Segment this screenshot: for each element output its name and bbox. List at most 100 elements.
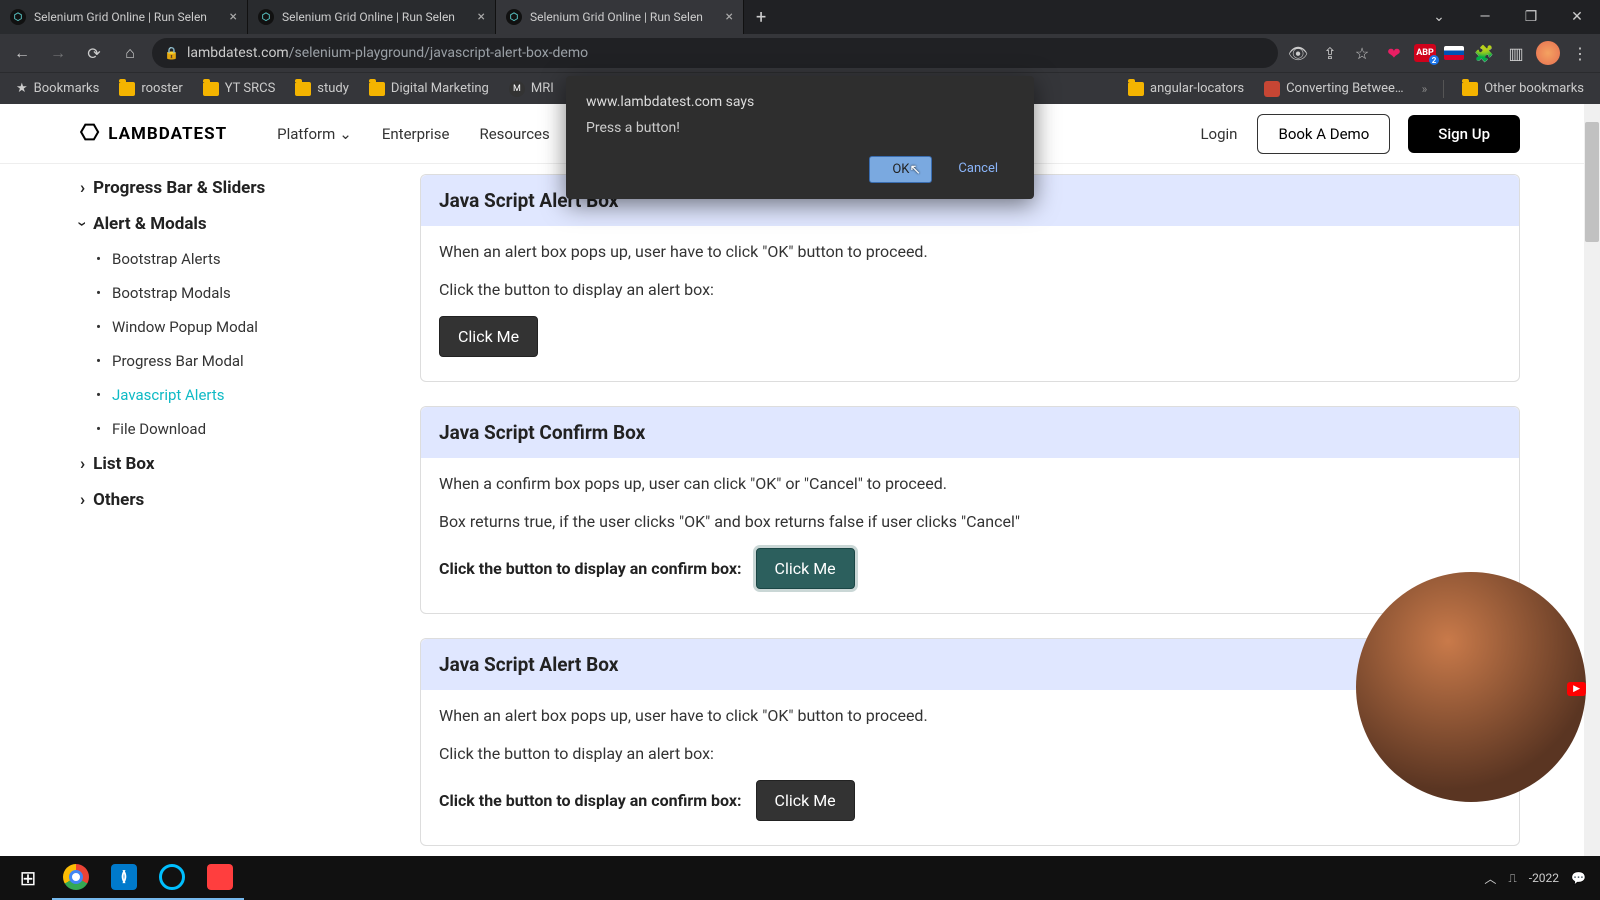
nav-platform[interactable]: Platform ⌄ <box>277 125 352 143</box>
signup-button[interactable]: Sign Up <box>1408 115 1520 153</box>
logo-text: LAMBDATEST <box>108 124 227 144</box>
bookmark-item[interactable]: angular-locators <box>1120 77 1252 100</box>
chevron-right-icon: › <box>80 454 85 474</box>
folder-icon <box>119 82 135 96</box>
new-tab-button[interactable]: + <box>744 0 778 34</box>
system-tray[interactable]: ︿ ⎍ -2022 💬 <box>1484 870 1596 887</box>
close-icon[interactable]: × <box>726 9 733 25</box>
folder-icon <box>295 82 311 96</box>
card-text: Box returns true, if the user clicks "OK… <box>439 510 1501 534</box>
favicon-icon: ⬡ <box>258 9 274 25</box>
sidebar: ›Progress Bar & Sliders ›Alert & Modals … <box>80 174 360 856</box>
share-icon[interactable]: ⇪ <box>1318 41 1342 65</box>
overflow-chevron-icon[interactable]: » <box>1416 82 1434 96</box>
taskbar-vscode[interactable]: ≬ <box>100 856 148 900</box>
extensions-puzzle-icon[interactable]: 🧩 <box>1472 41 1496 65</box>
reload-button[interactable]: ⟳ <box>80 39 108 67</box>
click-me-button[interactable]: Click Me <box>756 780 855 821</box>
close-window-button[interactable]: ✕ <box>1554 0 1600 34</box>
bookmark-item[interactable]: rooster <box>111 77 190 100</box>
profile-avatar[interactable] <box>1536 41 1560 65</box>
incognito-icon[interactable]: 👁 <box>1286 41 1310 65</box>
sidebar-item-active[interactable]: Javascript Alerts <box>112 378 360 412</box>
address-bar: ← → ⟳ ⌂ 🔒 lambdatest.com/selenium-playgr… <box>0 34 1600 72</box>
forward-button[interactable]: → <box>44 39 72 67</box>
dialog-ok-button[interactable]: OK↖ <box>869 156 932 183</box>
bookmark-label: Converting Betwee… <box>1286 81 1404 96</box>
adblock-icon[interactable]: ABP2 <box>1414 44 1436 62</box>
chevron-right-icon: › <box>80 178 85 198</box>
bookmark-item[interactable]: study <box>287 77 357 100</box>
youtube-icon: ▶ <box>1567 682 1586 696</box>
sidebar-group-alerts[interactable]: ›Alert & Modals <box>80 206 360 242</box>
tray-icon[interactable]: ⎍ <box>1508 871 1516 886</box>
menu-icon[interactable]: ⋮ <box>1568 41 1592 65</box>
card-title: Java Script Confirm Box <box>421 407 1519 458</box>
notification-icon[interactable]: 💬 <box>1571 871 1586 885</box>
click-me-button[interactable]: Click Me <box>439 316 538 357</box>
maximize-button[interactable]: ❐ <box>1508 0 1554 34</box>
close-icon[interactable]: × <box>478 9 485 25</box>
sidebar-item[interactable]: Bootstrap Alerts <box>112 242 360 276</box>
flag-icon[interactable] <box>1444 46 1464 60</box>
scrollbar-thumb[interactable] <box>1585 122 1599 242</box>
url-input[interactable]: 🔒 lambdatest.com/selenium-playground/jav… <box>152 38 1278 68</box>
dialog-cancel-button[interactable]: Cancel <box>942 156 1014 183</box>
main-nav: Platform ⌄ Enterprise Resources <box>277 125 550 143</box>
extension-icon[interactable]: ❤ <box>1382 41 1406 65</box>
logo-mark-icon: ⎔ <box>80 121 100 146</box>
close-icon[interactable]: × <box>230 9 237 25</box>
home-button[interactable]: ⌂ <box>116 39 144 67</box>
sidepanel-icon[interactable]: ▥ <box>1504 41 1528 65</box>
minimize-button[interactable]: ― <box>1462 0 1508 34</box>
bookmark-item[interactable]: MMRI <box>501 77 562 101</box>
bookmark-item[interactable]: Converting Betwee… <box>1256 77 1412 101</box>
sidebar-group-others[interactable]: ›Others <box>80 482 360 518</box>
nav-enterprise[interactable]: Enterprise <box>382 125 450 143</box>
tab-title: Selenium Grid Online | Run Selen <box>34 10 224 24</box>
confirm-card: Java Script Confirm Box When a confirm b… <box>420 406 1520 614</box>
oracle-icon <box>1264 81 1280 97</box>
back-button[interactable]: ← <box>8 39 36 67</box>
bookmark-item[interactable]: ★Bookmarks <box>8 77 107 100</box>
site-icon: M <box>509 81 525 97</box>
page-content: ⎔ LAMBDATEST Platform ⌄ Enterprise Resou… <box>0 104 1600 856</box>
scrollbar[interactable] <box>1584 104 1600 856</box>
sidebar-item[interactable]: Bootstrap Modals <box>112 276 360 310</box>
sidebar-group-listbox[interactable]: ›List Box <box>80 446 360 482</box>
sidebar-item[interactable]: File Download <box>112 412 360 446</box>
sidebar-group-label: Others <box>93 490 144 510</box>
bookmark-item[interactable]: Digital Marketing <box>361 77 497 100</box>
other-bookmarks[interactable]: Other bookmarks <box>1454 77 1592 100</box>
url-host: lambdatest.com/selenium-playground/javas… <box>187 45 588 61</box>
bookmark-label: Other bookmarks <box>1484 81 1584 96</box>
card-title: Java Script Alert Box <box>421 639 1519 690</box>
taskbar: ⊞ ≬ ︿ ⎍ -2022 💬 <box>0 856 1600 900</box>
nav-label: Resources <box>479 125 549 143</box>
click-me-button[interactable]: Click Me <box>756 548 855 589</box>
bookmark-star-icon[interactable]: ☆ <box>1350 41 1374 65</box>
bookmark-label: YT SRCS <box>225 81 276 96</box>
sidebar-group-progress[interactable]: ›Progress Bar & Sliders <box>80 178 360 206</box>
taskbar-app[interactable] <box>196 856 244 900</box>
nav-resources[interactable]: Resources <box>479 125 549 143</box>
card-text: Click the button to display an alert box… <box>439 278 1501 302</box>
book-demo-button[interactable]: Book A Demo <box>1257 114 1390 154</box>
tab-search-icon[interactable]: ⌄ <box>1416 0 1462 34</box>
dialog-message: Press a button! <box>586 120 1014 136</box>
chevron-down-icon: › <box>73 221 93 226</box>
logo[interactable]: ⎔ LAMBDATEST <box>80 121 227 146</box>
sidebar-item[interactable]: Progress Bar Modal <box>112 344 360 378</box>
bookmark-item[interactable]: YT SRCS <box>195 77 284 100</box>
sidebar-item[interactable]: Window Popup Modal <box>112 310 360 344</box>
tray-chevron-icon[interactable]: ︿ <box>1484 870 1496 887</box>
login-link[interactable]: Login <box>1200 125 1237 143</box>
bookmark-label: Bookmarks <box>34 81 100 96</box>
favicon-icon: ⬡ <box>506 9 522 25</box>
start-button[interactable]: ⊞ <box>4 856 52 900</box>
browser-tab[interactable]: ⬡ Selenium Grid Online | Run Selen × <box>248 0 496 34</box>
taskbar-chrome[interactable] <box>52 856 100 900</box>
taskbar-app[interactable] <box>148 856 196 900</box>
browser-tab-active[interactable]: ⬡ Selenium Grid Online | Run Selen × <box>496 0 744 34</box>
browser-tab[interactable]: ⬡ Selenium Grid Online | Run Selen × <box>0 0 248 34</box>
